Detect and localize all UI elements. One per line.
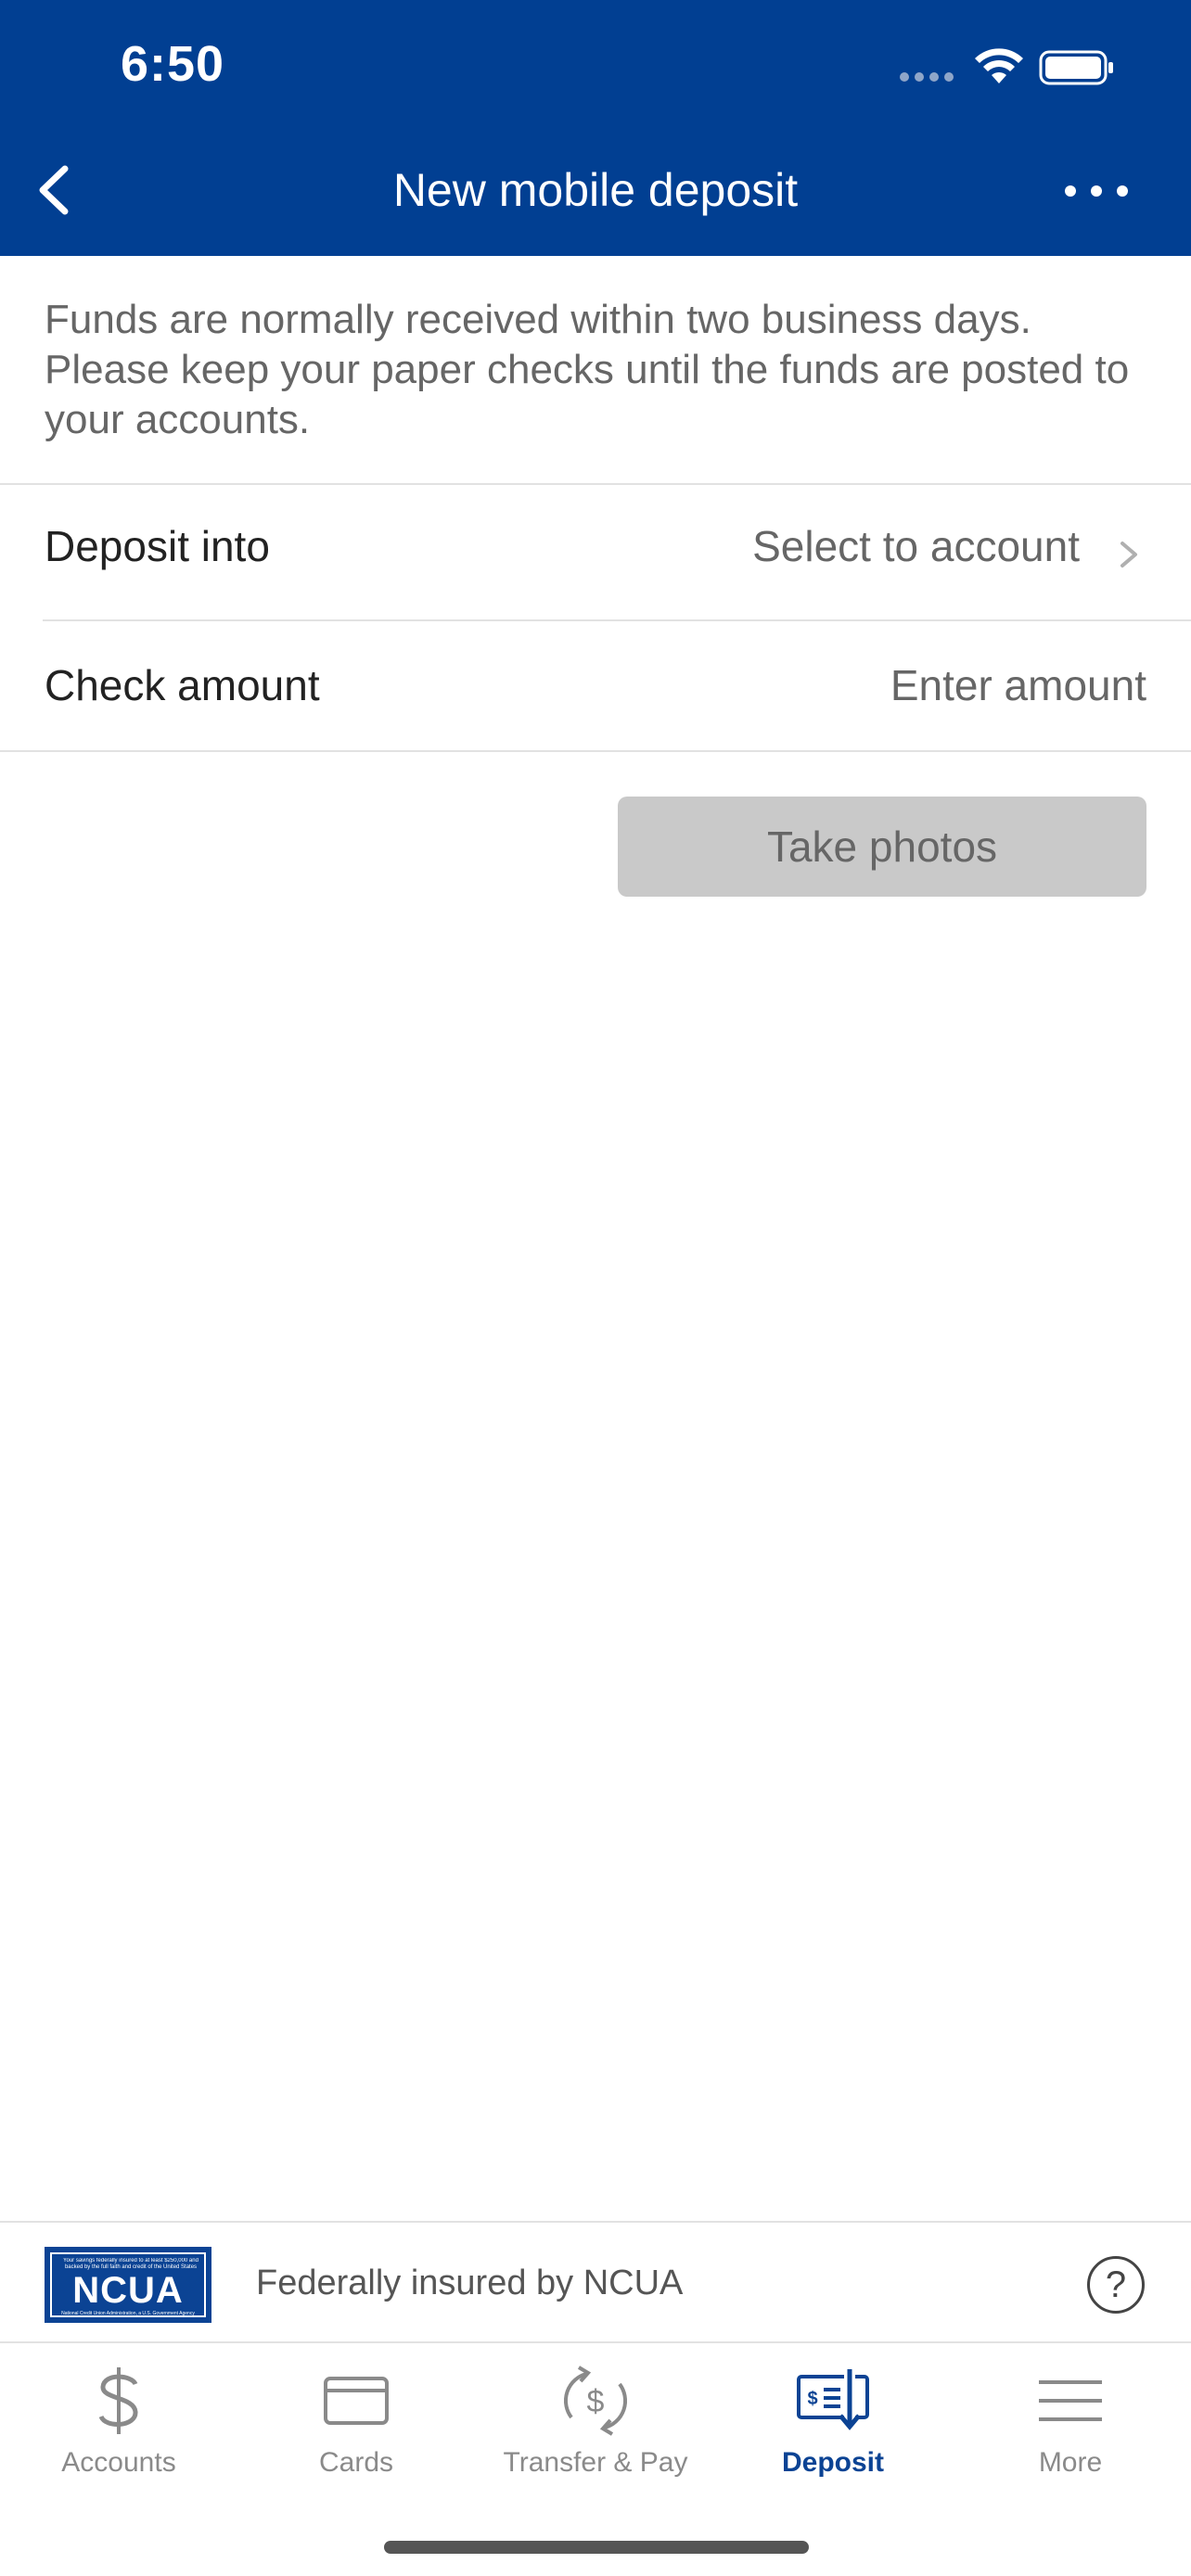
tab-label: Cards: [318, 2447, 394, 2478]
deposit-info-text: Funds are normally received within two b…: [45, 297, 1130, 442]
ncua-label: Federally insured by NCUA: [256, 2264, 684, 2302]
tab-more[interactable]: More: [952, 2345, 1189, 2493]
status-time: 6:50: [121, 36, 225, 92]
more-options-button[interactable]: [1065, 172, 1128, 210]
chevron-right-icon: [1121, 542, 1137, 567]
deposit-into-value[interactable]: Select to account: [752, 521, 1080, 571]
menu-icon: [952, 2364, 1189, 2438]
dollar-icon: [0, 2364, 237, 2438]
tab-transfer-pay[interactable]: $ Transfer & Pay: [477, 2345, 714, 2493]
check-amount-label: Check amount: [45, 661, 320, 709]
tab-accounts[interactable]: Accounts: [0, 2345, 237, 2493]
card-icon: [237, 2364, 475, 2438]
svg-text:$: $: [807, 2389, 817, 2409]
tab-label: Deposit: [781, 2447, 884, 2478]
wifi-icon: [975, 48, 1023, 83]
tab-label: More: [1038, 2447, 1103, 2478]
divider: [0, 750, 1191, 752]
take-photos-button[interactable]: Take photos: [618, 797, 1146, 897]
page-title: New mobile deposit: [392, 164, 799, 216]
check-deposit-icon: $: [714, 2364, 952, 2438]
divider: [0, 483, 1191, 485]
divider: [43, 619, 1191, 621]
help-icon[interactable]: ?: [1087, 2256, 1145, 2314]
tab-deposit[interactable]: $ Deposit: [714, 2345, 952, 2493]
svg-text:$: $: [587, 2384, 605, 2419]
home-indicator[interactable]: [384, 2541, 809, 2554]
cellular-signal-icon: [900, 72, 954, 82]
check-amount-input[interactable]: Enter amount: [890, 660, 1146, 710]
deposit-into-label: Deposit into: [45, 522, 270, 570]
battery-icon: [1039, 50, 1113, 85]
app-header: 6:50 New mobile deposit: [0, 0, 1191, 256]
ncua-logo: Your savings federally insured to at lea…: [45, 2247, 211, 2323]
tab-label: Accounts: [61, 2447, 176, 2478]
tab-label: Transfer & Pay: [503, 2447, 688, 2478]
transfer-icon: $: [477, 2364, 714, 2438]
tab-cards[interactable]: Cards: [237, 2345, 475, 2493]
ncua-footer: Your savings federally insured to at lea…: [0, 2221, 1191, 2343]
